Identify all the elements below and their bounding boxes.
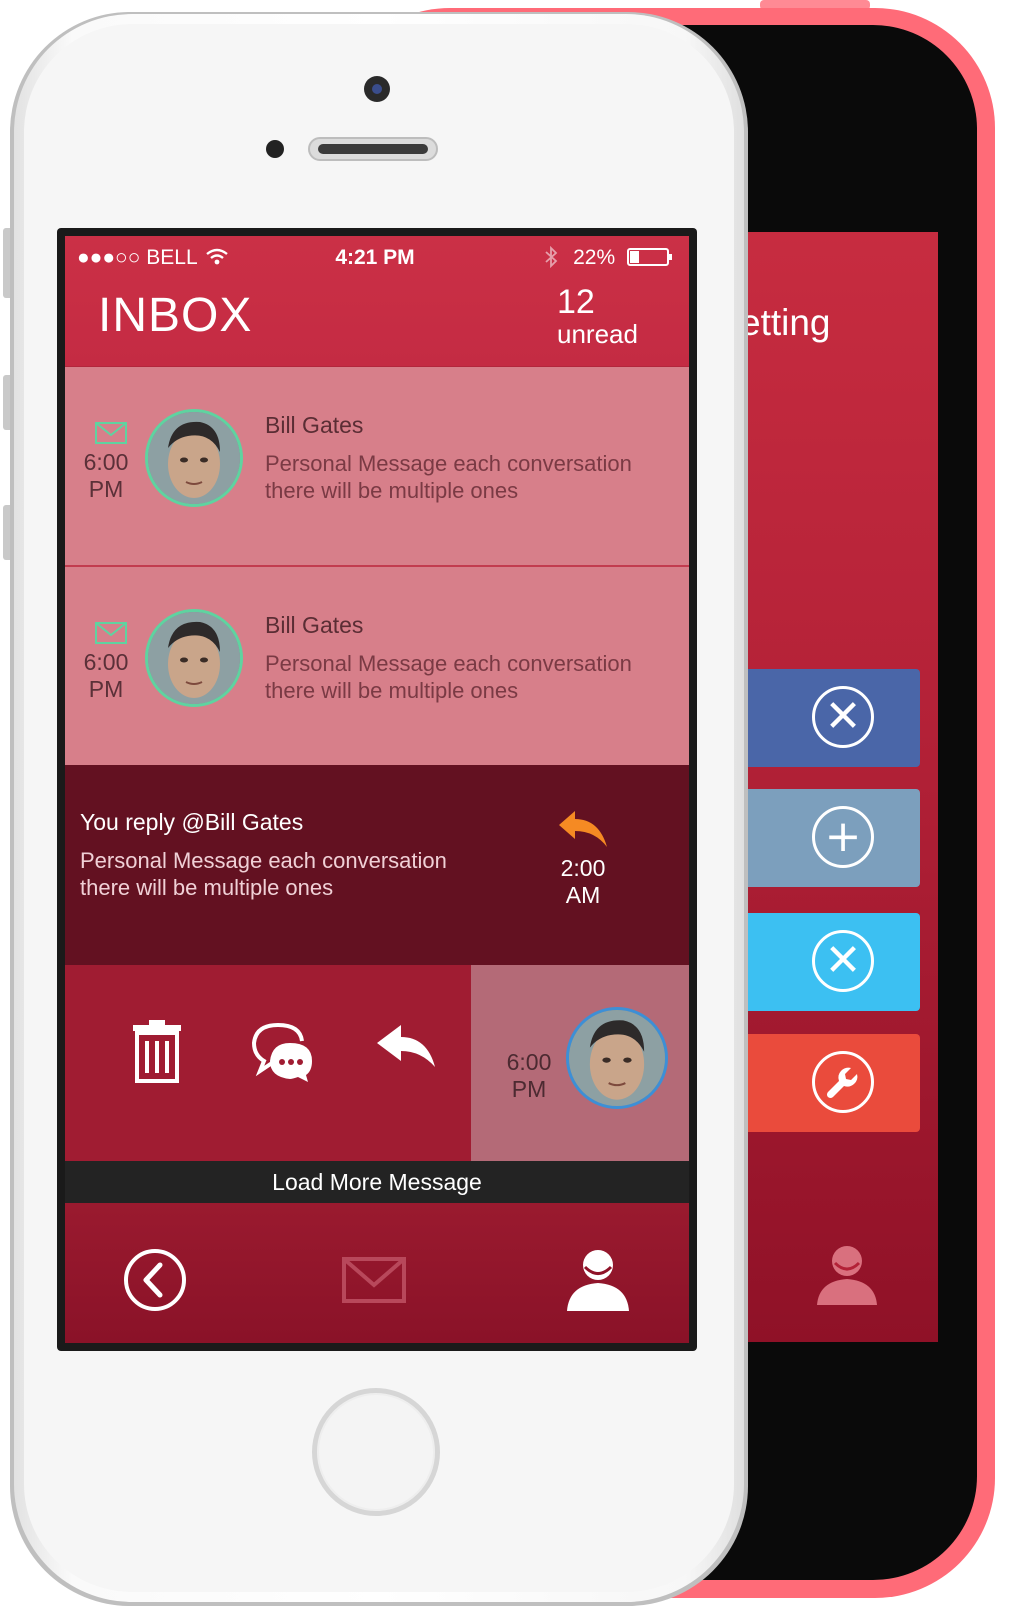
message-row[interactable]: 6:00 PM Bill Gates Personal Message each… [65,367,689,565]
sender-name: Bill Gates [265,412,364,438]
message-time-top: 6:00 [83,449,129,475]
chat-icon[interactable] [250,1019,314,1083]
wrench-icon [812,1051,874,1113]
swiped-time-top: 6:00 [506,1049,552,1075]
avatar-face [148,612,240,704]
back-circle-icon[interactable] [122,1247,188,1313]
avatar[interactable] [145,609,243,707]
unread-count: 12 [557,283,595,321]
message-time: 6:00 PM [71,649,141,703]
back-screen-title: etting [740,302,831,343]
avatar-face [148,412,240,504]
plus-icon: + [812,806,874,868]
message-time-bottom: PM [88,476,124,502]
back-phone-screen [720,232,938,1342]
close-icon: ✕ [812,930,874,992]
mail-icon[interactable] [341,1247,407,1313]
back-card-settings[interactable] [720,1034,920,1132]
swiped-time-bottom: PM [511,1076,547,1102]
front-camera [364,76,390,102]
user-icon[interactable] [815,1243,879,1307]
back-card-close-2[interactable]: ✕ [720,913,920,1011]
load-more-button[interactable]: Load More Message [65,1161,689,1203]
reply-icon[interactable] [373,1019,437,1083]
reply-time-bottom: AM [565,882,601,908]
tab-bar [65,1203,689,1343]
close-icon: ✕ [812,686,874,748]
proximity-sensor [266,140,284,158]
battery-icon [627,248,672,266]
reply-arrow-icon [559,811,607,847]
reply-time-top: 2:00 [560,855,606,881]
message-preview-line2: there will be multiple ones [265,478,519,503]
unread-envelope-icon [95,422,127,444]
status-bar: ●●●○○ BELL 4:21 PM 22% [65,245,689,276]
message-preview-line1: Personal Message each conversation [265,651,632,676]
avatar-face [569,1010,665,1106]
back-card-add[interactable]: + [720,789,920,887]
message-time: 6:00 PM [71,449,141,503]
reply-preview-line2: there will be multiple ones [80,875,334,900]
reply-preview: Personal Message each conversation there… [80,847,500,901]
home-button[interactable] [312,1388,440,1516]
avatar[interactable] [145,409,243,507]
swiped-message-time: 6:00 PM [489,1049,569,1103]
swiped-message[interactable]: 6:00 PM [471,965,689,1161]
reply-row[interactable]: You reply @Bill Gates Personal Message e… [65,765,689,965]
swipe-actions [65,965,471,1161]
message-preview-line1: Personal Message each conversation [265,451,632,476]
battery-status: 22% [543,245,675,270]
message-time-bottom: PM [88,676,124,702]
bluetooth-icon [545,245,558,269]
inbox-header: ●●●○○ BELL 4:21 PM 22% INBOX 12 unread [65,236,689,366]
message-preview: Personal Message each conversation there… [265,650,675,704]
message-row[interactable]: 6:00 PM Bill Gates Personal Message each… [65,567,689,765]
sender-name: Bill Gates [265,612,364,638]
earpiece-speaker [308,137,438,161]
message-time-top: 6:00 [83,649,129,675]
message-preview: Personal Message each conversation there… [265,450,675,504]
unread-envelope-icon [95,622,127,644]
avatar[interactable] [566,1007,668,1109]
back-card-close-1[interactable]: ✕ [720,669,920,767]
reply-preview-line1: Personal Message each conversation [80,848,447,873]
trash-icon[interactable] [125,1019,189,1083]
reply-title: You reply @Bill Gates [80,809,304,835]
page-title: INBOX [98,289,253,342]
message-preview-line2: there will be multiple ones [265,678,519,703]
user-icon[interactable] [565,1247,631,1313]
unread-counter: 12 unread [557,284,638,348]
reply-time: 2:00 AM [548,855,618,909]
battery-percent: 22% [573,246,616,269]
inbox-app: ●●●○○ BELL 4:21 PM 22% INBOX 12 unread 6… [65,236,689,1343]
unread-label: unread [557,319,638,349]
